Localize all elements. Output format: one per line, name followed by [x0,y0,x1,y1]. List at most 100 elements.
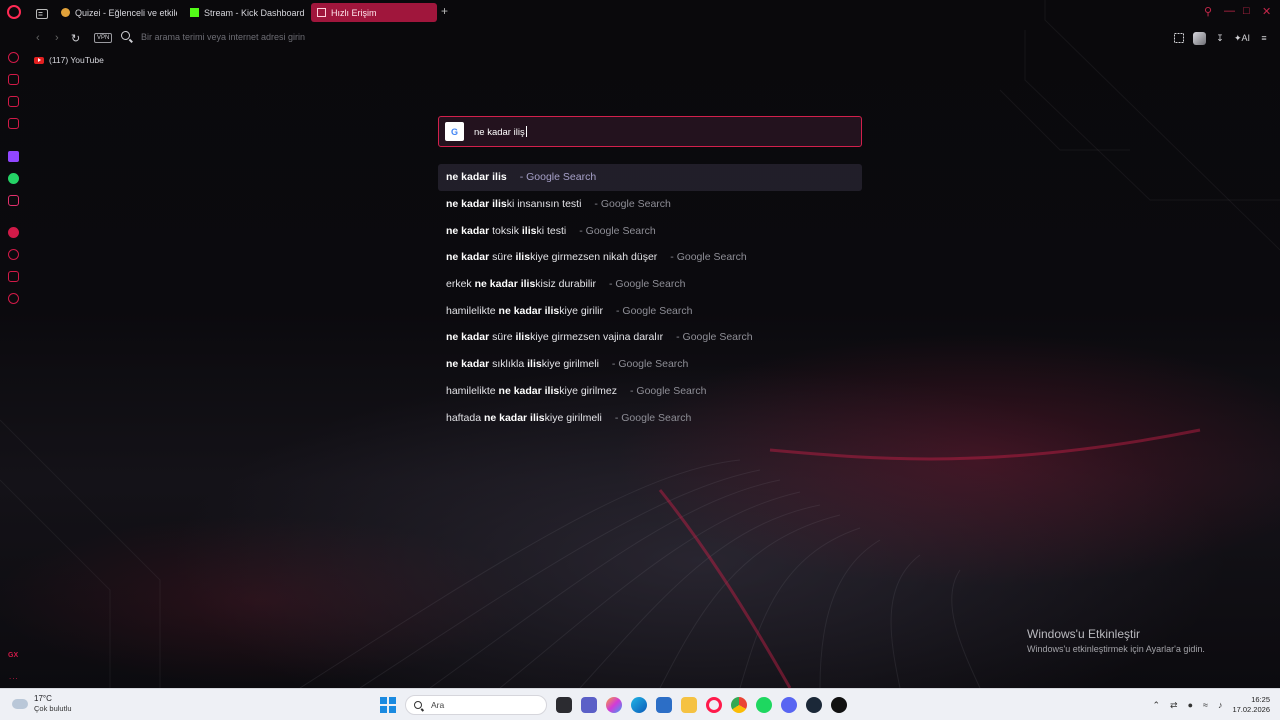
chevron-up-icon[interactable]: ⌃ [1152,700,1160,711]
extensions-icon[interactable] [8,271,19,282]
text-caret [525,126,527,137]
suggestion-item[interactable]: ne kadar sıklıkla iliskiye girilmeli - Go… [438,351,862,378]
close-icon[interactable]: ✕ [1262,5,1271,18]
suggestion-item[interactable]: ne kadar süre iliskiye girmezsen nikah d… [438,244,862,271]
opera-gx-icon[interactable] [706,697,722,713]
minimize-icon[interactable]: — [1224,5,1235,17]
weather-condition: Çok bulutlu [34,704,72,713]
activation-watermark: Windows'u Etkinleştir Windows'u etkinleş… [1027,627,1205,654]
settings-icon[interactable] [8,293,19,304]
new-tab-button[interactable]: + [441,5,448,17]
activation-subtitle: Windows'u etkinleştirmek için Ayarlar'a … [1027,644,1205,654]
taskbar-search[interactable]: Ara [405,695,547,715]
suggestion-match: ne kadar [446,358,490,371]
music-player-icon[interactable] [8,227,19,238]
task-view-icon[interactable] [556,697,572,713]
edge-icon[interactable] [631,697,647,713]
github-icon[interactable] [831,697,847,713]
twitch-icon[interactable] [8,151,19,162]
suggestion-item[interactable]: erkek ne kadar iliskisiz durabilir - Goog… [438,271,862,298]
search-icon [121,31,130,40]
kick-favicon-icon [190,8,199,17]
tab-islands-icon[interactable] [36,6,50,20]
address-input[interactable]: Bir arama terimi veya internet adresi gi… [141,32,305,42]
suggestion-text: ne kadar toksik iliski testi [446,225,566,237]
tab-quizei[interactable]: Quizei - Eğlenceli ve etkile [55,3,177,22]
suggestion-item[interactable]: ne kadar iliski insanısın testi - Google … [438,191,862,218]
suggestion-completion: ki testi [536,224,567,237]
snapshot-icon[interactable] [1173,31,1185,45]
copilot-icon[interactable] [606,697,622,713]
suggestion-match: ne kadar ilis [474,278,536,291]
forward-icon[interactable]: › [55,32,59,44]
gx-mods-icon[interactable] [8,118,19,129]
temperature: 17°C [34,694,52,703]
gx-label[interactable]: GX [8,652,18,659]
profile-avatar[interactable] [1192,31,1206,45]
suggestion-completion: kiye girmezsen nikah düşer [530,251,658,264]
suggestion-match: ilis [521,224,537,237]
suggestion-item[interactable]: hamilelikte ne kadar iliskiye girilmez - … [438,378,862,405]
partly-cloudy-icon [12,695,28,709]
search-icon [414,701,422,709]
speed-dial-icon [317,8,326,17]
toolbar-right: ↧ ✦ AI ≡ [1173,30,1270,46]
suggestion-item[interactable]: ne kadar toksik iliski testi - Google Sea… [438,217,862,244]
volume-icon[interactable]: ♪ [1218,700,1223,710]
gx-corner-icon[interactable] [8,74,19,85]
gx-control-icon[interactable] [8,52,19,63]
file-explorer-icon[interactable] [681,697,697,713]
google-icon[interactable]: G [445,122,464,141]
speed-dial-search-box[interactable]: G ne kadar iliş [438,116,862,147]
history-icon[interactable] [8,249,19,260]
instagram-icon[interactable] [8,195,19,206]
windows-start-icon[interactable] [380,697,396,713]
search-tabs-icon[interactable]: ⚲ [1204,5,1212,18]
taskbar: 17°C Çok bulutlu Ara ⌃ ⇄ ● ≈ ♪ 16:25 17.… [0,688,1280,720]
teams-icon[interactable] [581,697,597,713]
suggestion-item[interactable]: ne kadar ilis - Google Search [438,164,862,191]
suggestion-text: ne kadar iliski insanısın testi [446,198,581,210]
steam-icon[interactable] [806,697,822,713]
search-input[interactable]: ne kadar iliş [474,126,527,138]
suggestion-text: hamilelikte ne kadar iliskiye girilir [446,305,603,317]
suggestion-source: - Google Search [579,224,656,237]
suggestion-completion: haftada [446,411,484,424]
microphone-icon[interactable]: ● [1188,700,1193,710]
spotify-icon[interactable] [756,697,772,713]
easy-setup-menu-icon[interactable]: ≡ [1258,31,1270,45]
clock[interactable]: 16:25 17.02.2026 [1232,695,1270,715]
suggestion-text: ne kadar süre iliskiye girmezsen vajina … [446,331,663,343]
suggestion-completion: kiye girilmeli [544,411,602,424]
wifi-icon[interactable]: ≈ [1203,700,1208,710]
aria-ai-button[interactable]: ✦ AI [1234,31,1250,45]
opera-logo-icon[interactable] [7,5,21,19]
whatsapp-icon[interactable] [8,173,19,184]
suggestion-text: hamilelikte ne kadar iliskiye girilmez [446,385,617,397]
tab-kick-dashboard[interactable]: Stream - Kick Dashboard [184,3,306,22]
bookmark-youtube[interactable]: (117) YouTube [49,55,104,65]
sidebar-more-icon[interactable]: ... [9,672,19,681]
reload-icon[interactable]: ↻ [71,32,80,45]
tab-speed-dial[interactable]: Hızlı Erişim [311,3,437,22]
news-icon[interactable] [8,96,19,107]
maximize-icon[interactable]: □ [1243,5,1250,17]
suggestion-item[interactable]: haftada ne kadar iliskiye girilmeli - Goo… [438,404,862,431]
network-icon[interactable]: ⇄ [1170,700,1178,711]
system-tray: ⌃ ⇄ ● ≈ ♪ 16:25 17.02.2026 [1152,689,1270,720]
vpn-badge[interactable]: VPN [94,33,113,43]
suggestion-completion: hamilelikte [446,384,499,397]
suggestion-source: - Google Search [616,304,693,317]
suggestion-match: ne kadar [446,251,490,264]
suggestion-completion: süre [489,331,516,344]
discord-icon[interactable] [781,697,797,713]
store-icon[interactable] [656,697,672,713]
chrome-icon[interactable] [731,697,747,713]
suggestion-item[interactable]: hamilelikte ne kadar iliskiye girilir - G… [438,297,862,324]
back-icon[interactable]: ‹ [36,32,40,44]
tab-label: Quizei - Eğlenceli ve etkile [75,7,177,18]
weather-widget[interactable]: 17°C Çok bulutlu [12,694,72,714]
suggestion-item[interactable]: ne kadar süre iliskiye girmezsen vajina … [438,324,862,351]
suggestion-completion: sıklıkla [489,358,528,371]
download-icon[interactable]: ↧ [1214,31,1226,45]
